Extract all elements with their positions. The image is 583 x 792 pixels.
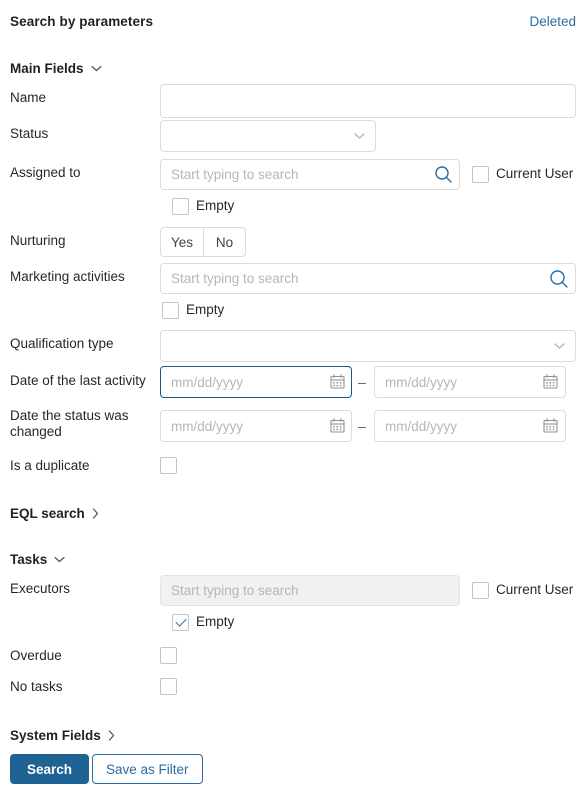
label-date-last-activity: Date of the last activity [10, 373, 146, 388]
section-label-tasks: Tasks [10, 552, 48, 567]
chevron-right-icon [92, 508, 99, 519]
search-button[interactable]: Search [10, 754, 90, 784]
label-is-a-duplicate: Is a duplicate [10, 458, 90, 473]
date-status-changed-from-input[interactable] [160, 410, 352, 442]
assigned-to-empty-label: Empty [196, 198, 235, 213]
no-tasks-checkbox[interactable] [160, 678, 177, 695]
section-label-main-fields: Main Fields [10, 61, 84, 76]
search-icon[interactable] [434, 165, 453, 184]
label-name: Name [10, 90, 47, 105]
marketing-activities-empty-checkbox[interactable] [162, 302, 179, 319]
chevron-down-icon [90, 65, 102, 72]
date-status-changed-to-input[interactable] [374, 410, 566, 442]
label-marketing-activities: Marketing activities [10, 269, 125, 284]
search-by-parameters-panel: Search by parameters Deleted Main Fields… [0, 0, 583, 792]
executors-empty-checkbox[interactable] [172, 614, 189, 631]
assigned-to-current-user-label: Current User [496, 166, 574, 181]
label-executors: Executors [10, 581, 71, 596]
chevron-down-icon [354, 133, 365, 140]
name-input[interactable] [160, 84, 576, 118]
executors-input[interactable] [160, 575, 460, 606]
page-title: Search by parameters [10, 14, 154, 29]
label-qualification-type: Qualification type [10, 336, 114, 351]
overdue-checkbox[interactable] [160, 647, 177, 664]
date-last-activity-from-input[interactable] [160, 366, 352, 398]
nurturing-toggle[interactable]: Yes No [160, 227, 246, 257]
executors-empty-label: Empty [196, 614, 235, 629]
status-select[interactable] [160, 120, 376, 152]
nurturing-no-button[interactable]: No [203, 228, 245, 256]
chevron-down-icon [554, 343, 565, 350]
section-label-eql-search: EQL search [10, 506, 85, 521]
section-header-tasks[interactable]: Tasks [10, 552, 65, 567]
save-as-filter-button[interactable]: Save as Filter [92, 754, 203, 784]
section-header-main-fields[interactable]: Main Fields [10, 61, 102, 76]
executors-current-user-checkbox[interactable] [472, 582, 489, 599]
deleted-link[interactable]: Deleted [529, 14, 576, 29]
date-status-changed-separator: – [358, 418, 366, 434]
section-label-system-fields: System Fields [10, 728, 101, 743]
label-assigned-to: Assigned to [10, 165, 81, 180]
label-status: Status [10, 126, 49, 141]
nurturing-yes-button[interactable]: Yes [161, 228, 203, 256]
section-header-system-fields[interactable]: System Fields [10, 728, 115, 743]
label-date-status-changed: Date the status was changed [10, 408, 129, 439]
chevron-down-icon [54, 556, 65, 563]
label-overdue: Overdue [10, 648, 62, 663]
search-icon[interactable] [549, 269, 569, 289]
marketing-activities-input[interactable] [160, 263, 576, 294]
marketing-activities-empty-label: Empty [186, 302, 225, 317]
qualification-type-select[interactable] [160, 330, 576, 362]
date-last-activity-to-input[interactable] [374, 366, 566, 398]
label-no-tasks: No tasks [10, 679, 63, 694]
chevron-right-icon [108, 730, 115, 741]
date-last-activity-separator: – [358, 374, 366, 390]
executors-current-user-label: Current User [496, 582, 574, 597]
section-header-eql-search[interactable]: EQL search [10, 506, 99, 521]
assigned-to-current-user-checkbox[interactable] [472, 166, 489, 183]
label-nurturing: Nurturing [10, 233, 66, 248]
assigned-to-input[interactable] [160, 159, 460, 190]
is-a-duplicate-checkbox[interactable] [160, 457, 177, 474]
assigned-to-empty-checkbox[interactable] [172, 198, 189, 215]
